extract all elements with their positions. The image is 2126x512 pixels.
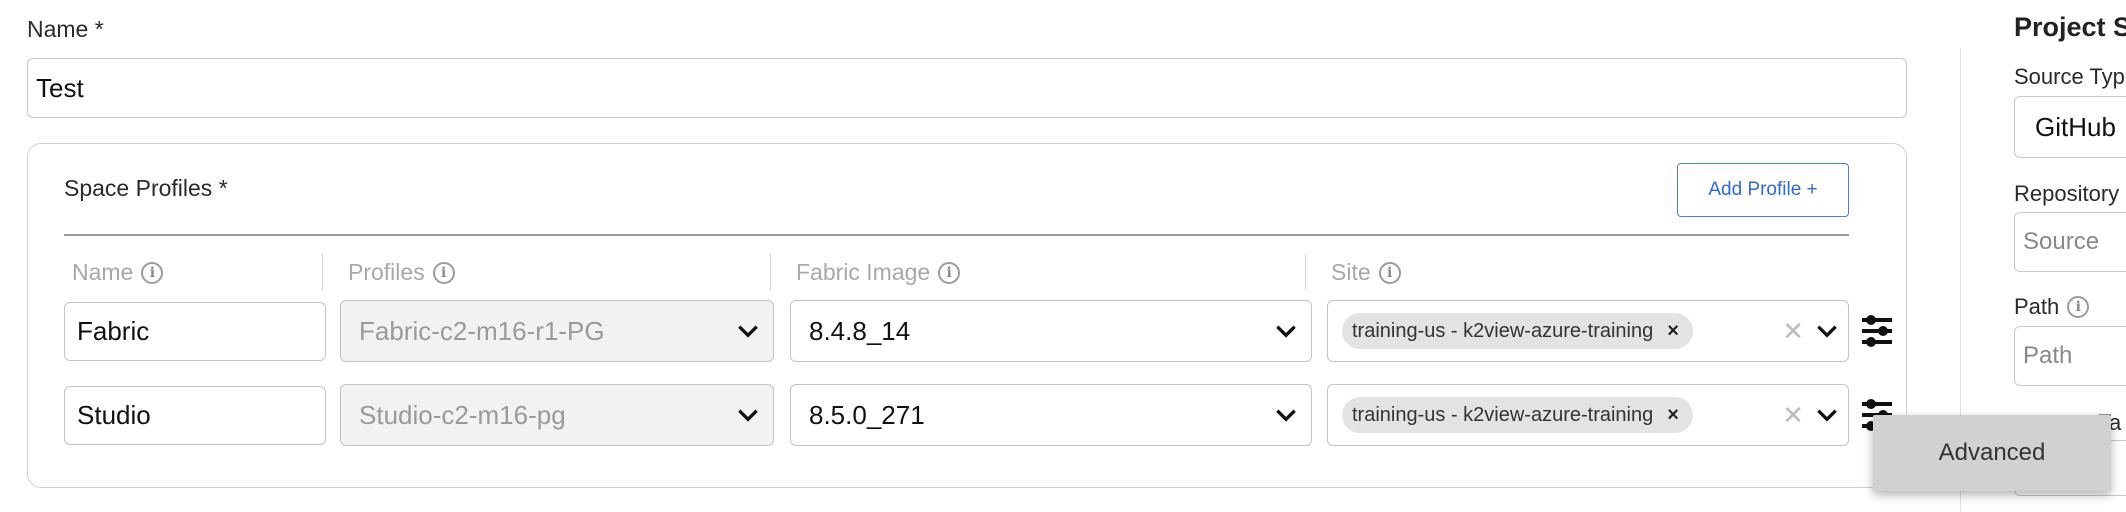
project-source-title: Project Sc	[2014, 12, 2126, 42]
col-header-fabric-image-label: Fabric Image	[796, 259, 931, 285]
col-header-profiles-label: Profiles	[348, 259, 425, 285]
clear-icon[interactable]: ✕	[1782, 316, 1804, 347]
profile-select: Studio-c2-m16-pg	[340, 384, 774, 446]
divider	[64, 234, 1849, 236]
add-profile-button[interactable]: Add Profile +	[1677, 163, 1849, 217]
sliders-icon[interactable]	[1860, 313, 1894, 349]
name-label: Name *	[27, 16, 104, 42]
chip-remove-icon[interactable]: ×	[1667, 404, 1679, 427]
col-header-name: Name i	[72, 259, 164, 286]
chevron-down-icon[interactable]	[1814, 318, 1840, 344]
advanced-tooltip: Advanced	[1873, 415, 2111, 491]
site-chip: training-us - k2view-azure-training ×	[1342, 313, 1693, 349]
site-chip-label: training-us - k2view-azure-training	[1352, 319, 1654, 342]
col-header-site: Site i	[1331, 259, 1401, 286]
col-header-fabric-image: Fabric Image i	[796, 259, 961, 286]
fabric-image-value: 8.5.0_271	[809, 399, 925, 430]
profile-select-value: Fabric-c2-m16-r1-PG	[359, 315, 605, 346]
repository-label: Repository	[2014, 181, 2120, 206]
path-label-group: Path i	[2014, 294, 2090, 320]
info-icon[interactable]: i	[432, 261, 455, 284]
site-chip-label: training-us - k2view-azure-training	[1352, 403, 1654, 426]
chevron-down-icon	[1276, 325, 1296, 338]
chevron-down-icon	[1276, 409, 1296, 422]
profile-name-input[interactable]: Studio	[64, 386, 326, 445]
site-chip: training-us - k2view-azure-training ×	[1342, 397, 1693, 433]
source-type-label: Source Typ	[2014, 64, 2125, 89]
column-separator	[770, 254, 771, 290]
source-type-value: GitHub	[2035, 111, 2116, 142]
profile-select: Fabric-c2-m16-r1-PG	[340, 300, 774, 362]
info-icon[interactable]: i	[1378, 261, 1401, 284]
repository-input[interactable]: Source	[2014, 212, 2126, 272]
info-icon[interactable]: i	[141, 261, 164, 284]
path-placeholder: Path	[2023, 342, 2073, 369]
info-icon[interactable]: i	[938, 261, 961, 284]
chevron-down-icon[interactable]	[1814, 402, 1840, 428]
fabric-image-select[interactable]: 8.4.8_14	[790, 300, 1312, 362]
profile-name-input[interactable]: Fabric	[64, 302, 326, 361]
source-type-select[interactable]: GitHub	[2014, 96, 2126, 158]
info-icon[interactable]: i	[2067, 296, 2090, 318]
chip-remove-icon[interactable]: ×	[1667, 320, 1679, 343]
chevron-down-icon	[738, 409, 758, 422]
name-input[interactable]: Test	[27, 58, 1907, 118]
clear-icon[interactable]: ✕	[1782, 400, 1804, 431]
space-profiles-title: Space Profiles *	[64, 175, 228, 201]
col-header-site-label: Site	[1331, 259, 1371, 285]
fabric-image-value: 8.4.8_14	[809, 315, 911, 346]
repository-placeholder: Source	[2023, 228, 2100, 255]
profile-name-value: Fabric	[77, 316, 150, 346]
col-header-profiles: Profiles i	[348, 259, 455, 286]
profile-select-value: Studio-c2-m16-pg	[359, 399, 566, 430]
column-separator	[322, 254, 323, 290]
site-select[interactable]: training-us - k2view-azure-training × ✕	[1327, 384, 1849, 446]
path-input[interactable]: Path	[2014, 326, 2126, 386]
col-header-name-label: Name	[72, 259, 134, 285]
name-input-value: Test	[36, 72, 84, 103]
profile-name-value: Studio	[77, 400, 151, 430]
path-label: Path	[2014, 294, 2060, 319]
site-select[interactable]: training-us - k2view-azure-training × ✕	[1327, 300, 1849, 362]
column-separator	[1305, 254, 1306, 290]
chevron-down-icon	[738, 325, 758, 338]
fabric-image-select[interactable]: 8.5.0_271	[790, 384, 1312, 446]
